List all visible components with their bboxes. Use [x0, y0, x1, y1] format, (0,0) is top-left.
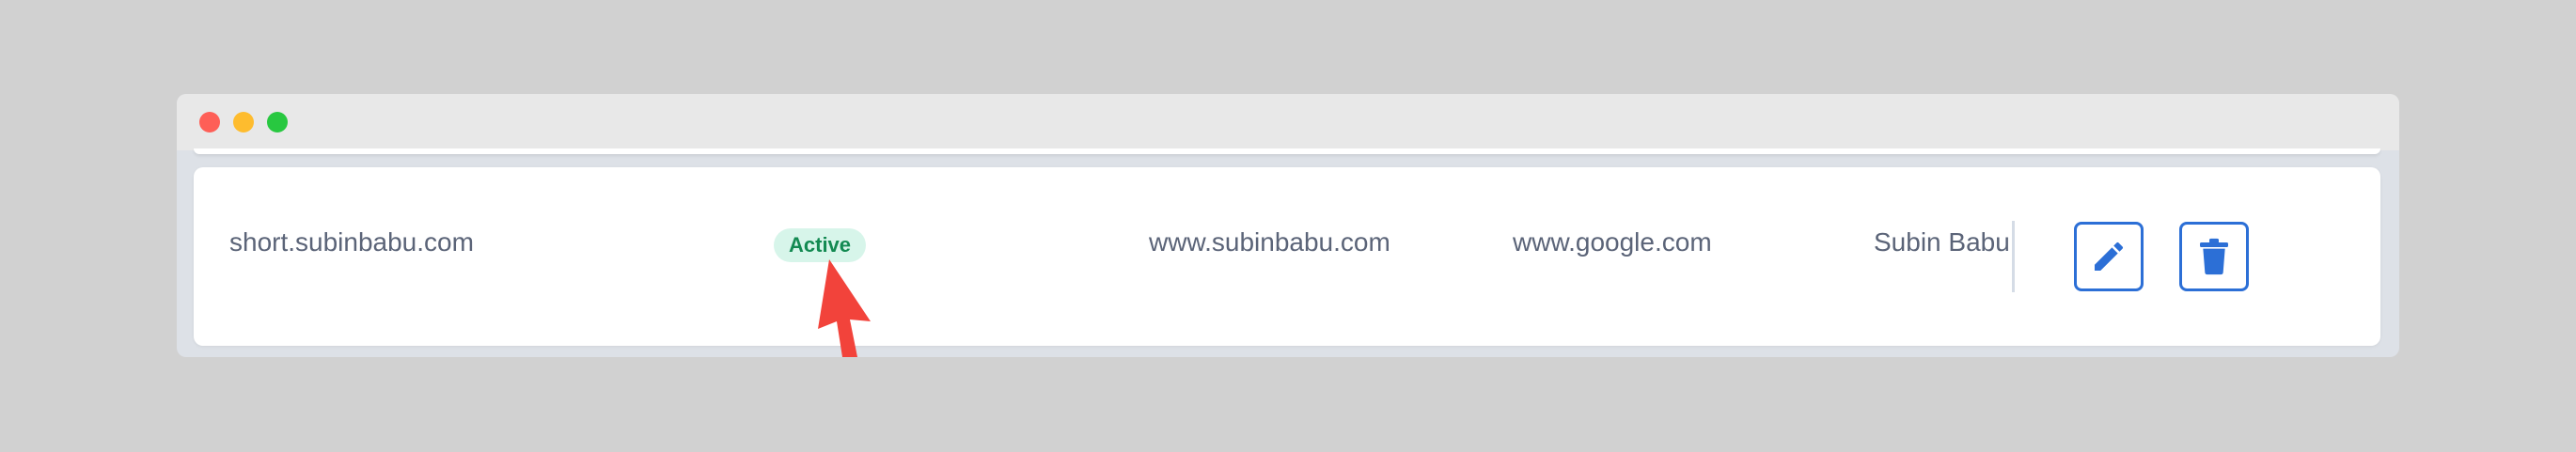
destination-url-cell[interactable]: www.subinbabu.com: [1149, 167, 1390, 318]
pencil-icon: [2095, 242, 2124, 271]
annotation-arrow-icon: [818, 259, 871, 357]
previous-row-edge: [194, 148, 2380, 154]
close-window-button[interactable]: [199, 112, 220, 132]
table-row: short.subinbabu.com Active www.subinbabu…: [194, 167, 2380, 346]
trash-icon: [2200, 238, 2228, 275]
maximize-window-button[interactable]: [267, 112, 288, 132]
short-url-cell[interactable]: short.subinbabu.com: [229, 167, 474, 318]
edit-button[interactable]: [2074, 222, 2144, 291]
target-url-cell[interactable]: www.google.com: [1513, 167, 1712, 318]
minimize-window-button[interactable]: [233, 112, 254, 132]
window-titlebar: [177, 94, 2399, 150]
delete-button[interactable]: [2179, 222, 2249, 291]
browser-window: short.subinbabu.com Active www.subinbabu…: [177, 94, 2399, 357]
actions-divider: [2012, 221, 2015, 292]
owner-cell: Subin Babu: [1874, 227, 2010, 257]
